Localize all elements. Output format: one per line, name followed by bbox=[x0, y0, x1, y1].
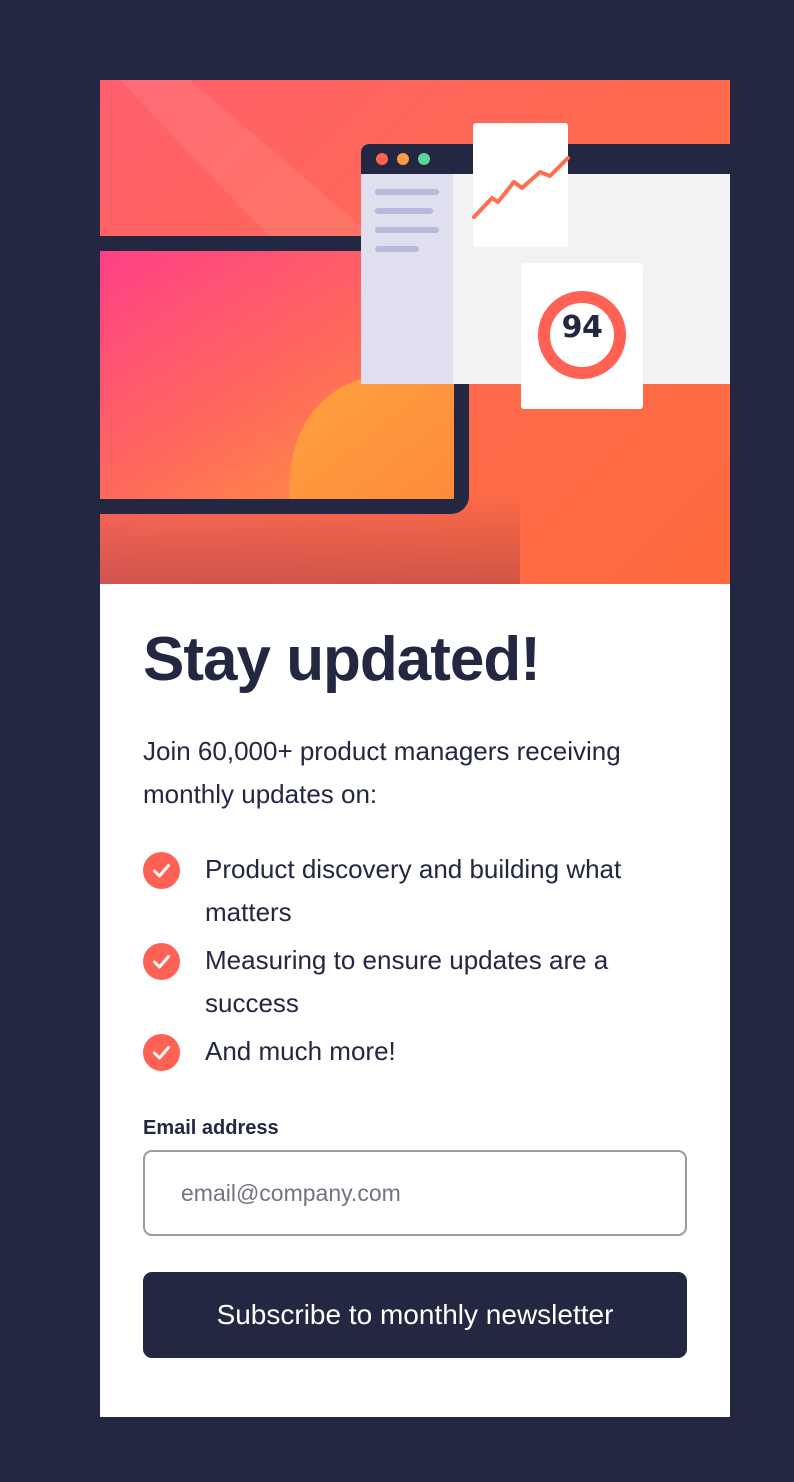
page-title: Stay updated! bbox=[143, 625, 541, 694]
check-icon bbox=[143, 852, 180, 889]
check-icon bbox=[143, 943, 180, 980]
feature-text: And much more! bbox=[205, 1036, 396, 1066]
feature-item: Measuring to ensure updates are a succes… bbox=[143, 939, 687, 1025]
email-label: Email address bbox=[143, 1117, 279, 1139]
score-value: 94 bbox=[561, 310, 603, 345]
hero-illustration: 94 bbox=[100, 80, 730, 584]
intro-text: Join 60,000+ product managers receiving … bbox=[143, 736, 621, 809]
newsletter-card: 94 Stay updated! Join 60,000+ product ma… bbox=[100, 80, 730, 1417]
feature-text: Product discovery and building what matt… bbox=[205, 854, 622, 927]
check-icon bbox=[143, 1034, 180, 1071]
feature-text: Measuring to ensure updates are a succes… bbox=[205, 945, 609, 1018]
card-content: Stay updated! Join 60,000+ product manag… bbox=[143, 584, 687, 1358]
feature-list: Product discovery and building what matt… bbox=[143, 848, 687, 1073]
feature-item: Product discovery and building what matt… bbox=[143, 848, 687, 934]
email-input[interactable] bbox=[143, 1150, 687, 1236]
feature-item: And much more! bbox=[143, 1030, 687, 1073]
subscribe-button[interactable]: Subscribe to monthly newsletter bbox=[143, 1272, 687, 1358]
